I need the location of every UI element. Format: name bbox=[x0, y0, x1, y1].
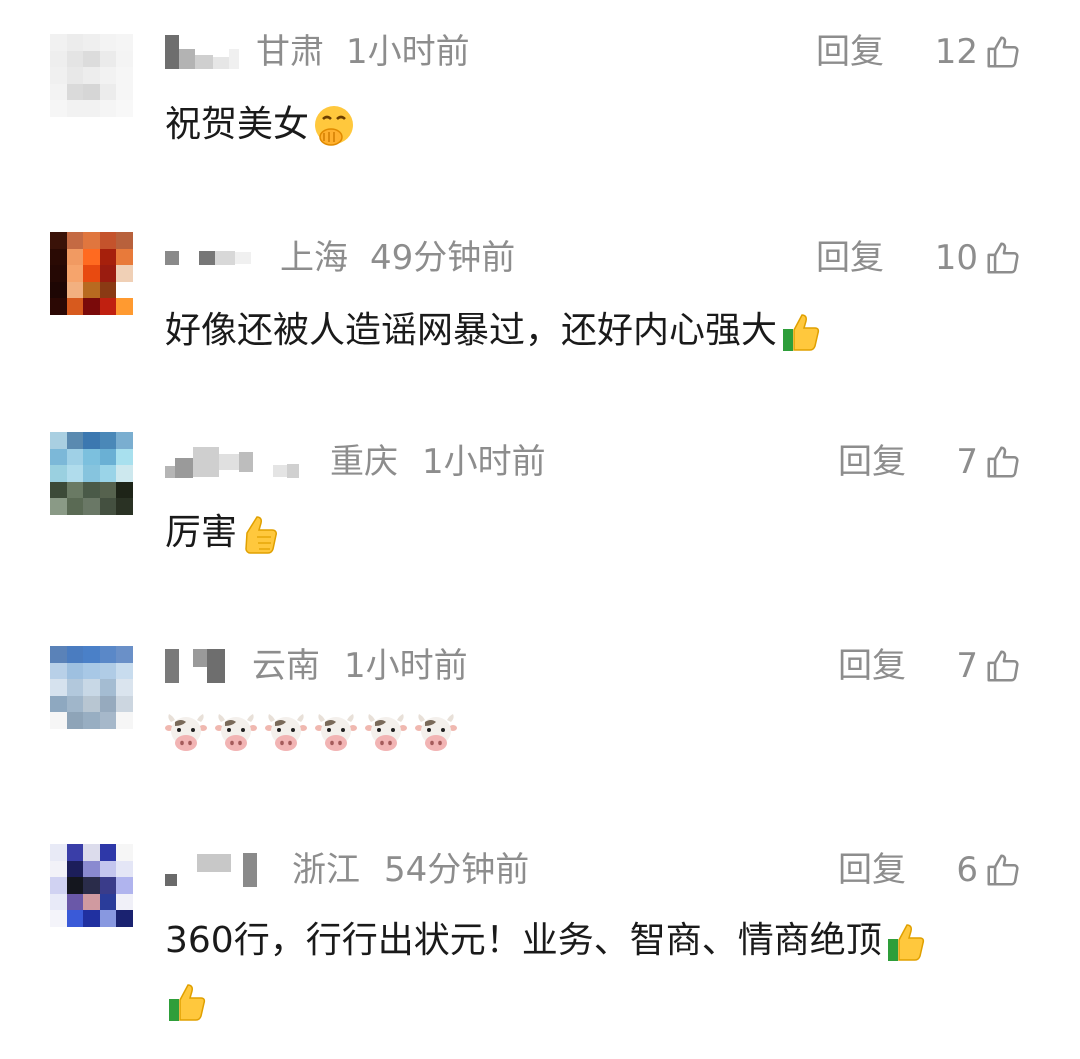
comment-time: 1小时前 bbox=[344, 646, 468, 686]
comment-text-continued bbox=[165, 976, 211, 1026]
comment-time: 49分钟前 bbox=[370, 238, 516, 278]
like-button[interactable]: 12 bbox=[935, 32, 1022, 72]
nickname-blurred[interactable] bbox=[165, 850, 257, 890]
emoji-row bbox=[165, 712, 457, 758]
reply-button[interactable]: 回复 bbox=[838, 442, 906, 482]
comment-time: 1小时前 bbox=[422, 442, 546, 482]
hand-over-mouth-emoji bbox=[311, 103, 357, 149]
reply-button[interactable]: 回复 bbox=[838, 646, 906, 686]
comment-time: 1小时前 bbox=[346, 32, 470, 72]
comment-location: 上海 bbox=[280, 238, 348, 278]
like-count: 6 bbox=[956, 850, 978, 890]
reply-button[interactable]: 回复 bbox=[838, 850, 906, 890]
nickname-blurred[interactable] bbox=[165, 32, 239, 72]
like-button[interactable]: 7 bbox=[956, 442, 1022, 482]
avatar[interactable] bbox=[50, 432, 133, 515]
cow-face-emoji bbox=[215, 712, 257, 758]
cow-face-emoji bbox=[365, 712, 407, 758]
avatar[interactable] bbox=[50, 844, 133, 927]
thumbs-up-emoji bbox=[884, 919, 930, 965]
avatar[interactable] bbox=[50, 646, 133, 729]
thumbs-up-emoji bbox=[779, 309, 825, 355]
comment-text: 祝贺美女 bbox=[165, 100, 357, 150]
comment-location: 浙江 bbox=[292, 850, 360, 890]
avatar[interactable] bbox=[50, 34, 133, 117]
thumbs-up-emoji bbox=[165, 979, 211, 1025]
comment-location: 甘肃 bbox=[256, 32, 324, 72]
like-count: 12 bbox=[934, 32, 978, 72]
comment-location: 重庆 bbox=[330, 442, 398, 482]
cow-face-emoji bbox=[315, 712, 357, 758]
avatar[interactable] bbox=[50, 232, 133, 315]
nickname-blurred[interactable] bbox=[165, 646, 225, 686]
cow-face-emoji bbox=[415, 712, 457, 758]
cow-face-emoji bbox=[265, 712, 307, 758]
thumbs-up-icon bbox=[984, 851, 1022, 889]
nickname-blurred[interactable] bbox=[165, 238, 251, 278]
like-count: 7 bbox=[956, 442, 978, 482]
thumbs-up-icon bbox=[984, 443, 1022, 481]
thumbs-up-icon bbox=[984, 33, 1022, 71]
thumbs-up-emoji bbox=[239, 511, 285, 557]
thumbs-up-icon bbox=[984, 239, 1022, 277]
cow-face-emoji bbox=[165, 712, 207, 758]
like-button[interactable]: 10 bbox=[935, 238, 1022, 278]
nickname-blurred[interactable] bbox=[165, 442, 299, 482]
reply-button[interactable]: 回复 bbox=[816, 32, 884, 72]
like-count: 10 bbox=[934, 238, 978, 278]
comment-text: 好像还被人造谣网暴过，还好内心强大 bbox=[165, 306, 825, 356]
like-button[interactable]: 6 bbox=[956, 850, 1022, 890]
like-count: 7 bbox=[956, 646, 978, 686]
comment-location: 云南 bbox=[252, 646, 320, 686]
comment-time: 54分钟前 bbox=[384, 850, 530, 890]
thumbs-up-icon bbox=[984, 647, 1022, 685]
comment-text: 360行，行行出状元！业务、智商、情商绝顶 bbox=[165, 916, 930, 966]
comment-text: 厉害 bbox=[165, 508, 285, 558]
reply-button[interactable]: 回复 bbox=[816, 238, 884, 278]
like-button[interactable]: 7 bbox=[956, 646, 1022, 686]
